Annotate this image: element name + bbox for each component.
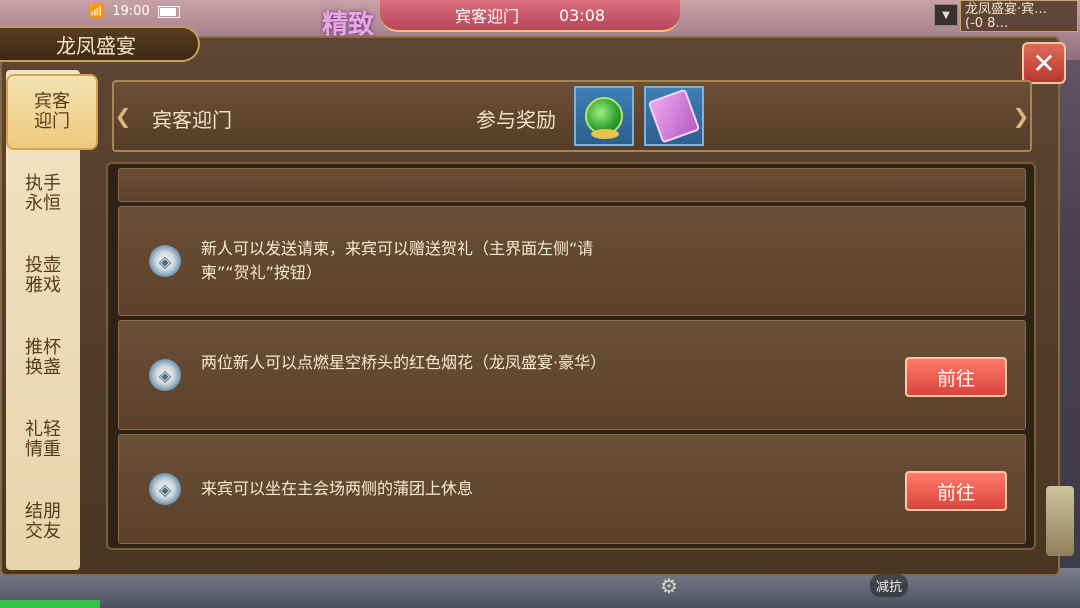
- event-name: 宾客迎门: [454, 7, 519, 26]
- task-text: 来宾可以坐在主会场两侧的蒲团上休息: [201, 479, 474, 498]
- close-button[interactable]: ✕: [1022, 42, 1066, 84]
- green-gem-icon: [585, 97, 623, 139]
- tab-pitch-pot[interactable]: 投壶雅戏: [6, 238, 80, 314]
- tab-gift[interactable]: 礼轻情重: [6, 402, 80, 478]
- gear-icon[interactable]: ⚙: [660, 574, 678, 598]
- resist-label: 减抗: [870, 574, 909, 597]
- tab-friends[interactable]: 结朋交友: [6, 484, 80, 560]
- wifi-icon: 📶: [88, 4, 105, 19]
- event-timer: 03:08: [558, 5, 606, 25]
- compass-icon: ◈: [149, 473, 181, 505]
- quest-tracker-sub: (-0 8…: [965, 16, 1009, 31]
- list-item-partial: [118, 168, 1026, 202]
- reward-item-gem[interactable]: [574, 86, 634, 146]
- tab-hold-hands[interactable]: 执手永恒: [6, 156, 80, 232]
- tab-toast[interactable]: 推杯换盏: [6, 320, 80, 396]
- ornament-corner-icon: ❯: [1012, 104, 1030, 128]
- ornament-corner-icon: ❮: [114, 104, 132, 128]
- close-icon: ✕: [1032, 46, 1056, 80]
- header-panel: ❮ 宾客迎门 参与奖励 ❯: [112, 80, 1032, 152]
- tab-label: 礼轻情重: [25, 419, 61, 460]
- section-title: 宾客迎门: [152, 108, 232, 132]
- tab-label: 投壶雅戏: [25, 255, 61, 296]
- tab-label: 宾客迎门: [34, 91, 70, 132]
- device-status-bar: 📶 19:00: [88, 4, 180, 19]
- compass-icon: ◈: [149, 245, 181, 277]
- reward-label: 参与奖励: [476, 108, 556, 132]
- tab-label: 推杯换盏: [25, 337, 61, 378]
- purple-scroll-icon: [647, 88, 701, 144]
- go-button[interactable]: 前往: [905, 357, 1007, 397]
- quest-tracker-title: 龙凤盛宴·宾…: [965, 2, 1048, 17]
- tab-label: 结朋交友: [25, 501, 61, 542]
- task-text: 新人可以发送请柬，来宾可以赠送贺礼（主界面左侧“请柬”“贺礼”按钮）: [201, 239, 594, 282]
- compass-icon: ◈: [149, 359, 181, 391]
- clock-text: 19:00: [112, 4, 150, 19]
- go-button[interactable]: 前往: [905, 471, 1007, 511]
- list-item: ◈ 两位新人可以点燃星空桥头的红色烟花（龙凤盛宴·豪华） 前往: [118, 320, 1026, 430]
- battery-icon: [157, 5, 180, 18]
- window-title: 龙凤盛宴: [0, 26, 200, 62]
- list-item: ◈ 新人可以发送请柬，来宾可以赠送贺礼（主界面左侧“请柬”“贺礼”按钮）: [118, 206, 1026, 316]
- task-list[interactable]: ◈ 新人可以发送请柬，来宾可以赠送贺礼（主界面左侧“请柬”“贺礼”按钮） ◈ 两…: [106, 162, 1036, 550]
- reward-item-scroll[interactable]: [644, 86, 704, 146]
- lantern-icon: [1046, 486, 1074, 556]
- list-item: ◈ 来宾可以坐在主会场两侧的蒲团上休息 前往: [118, 434, 1026, 544]
- experience-bar: [0, 600, 100, 608]
- quest-tracker-tag[interactable]: 龙凤盛宴·宾… (-0 8…: [960, 0, 1078, 32]
- task-text: 两位新人可以点燃星空桥头的红色烟花（龙凤盛宴·豪华）: [201, 353, 607, 372]
- event-timer-banner: 宾客迎门 03:08: [380, 0, 680, 32]
- tab-label: 执手永恒: [25, 173, 61, 214]
- event-sidebar: 宾客迎门 执手永恒 投壶雅戏 推杯换盏 礼轻情重 结朋交友: [6, 70, 98, 570]
- chevron-down-icon[interactable]: ▼: [934, 4, 958, 26]
- tab-guest-welcome[interactable]: 宾客迎门: [6, 74, 98, 150]
